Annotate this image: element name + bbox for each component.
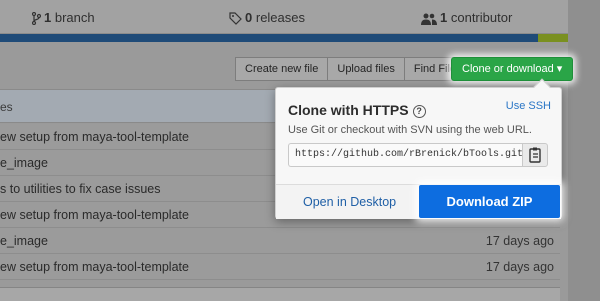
clone-title-text: Clone with HTTPS [288, 102, 409, 118]
releases-stat[interactable]: 0 releases [229, 10, 305, 25]
releases-count: 0 [245, 10, 253, 25]
upload-files-button[interactable]: Upload files [328, 57, 405, 81]
repo-stats-bar: 1 branch 0 releases 1 contributor [0, 0, 568, 34]
contributors-stat[interactable]: 1 contributor [421, 10, 512, 25]
releases-label: releases [255, 10, 305, 25]
commit-table-header-text: es [0, 100, 13, 114]
contributors-count: 1 [440, 10, 448, 25]
branch-icon [32, 12, 41, 26]
download-zip-button[interactable]: Download ZIP [419, 185, 560, 218]
contributors-label: contributor [450, 10, 513, 25]
clone-or-download-button[interactable]: Clone or download ▾ [451, 57, 574, 81]
open-in-desktop-button[interactable]: Open in Desktop [303, 195, 396, 209]
commit-message[interactable]: ew setup from maya-tool-template [0, 208, 189, 222]
clone-title: Clone with HTTPS? [288, 102, 426, 118]
people-icon [421, 13, 437, 25]
commit-message[interactable]: ew setup from maya-tool-template [0, 260, 189, 274]
branches-label: branch [54, 10, 95, 25]
file-actions-group: Create new file Upload files Find File [235, 57, 467, 81]
language-bar-segment [538, 34, 568, 42]
commit-message[interactable]: ew setup from maya-tool-template [0, 130, 189, 144]
commit-message[interactable]: e_image [0, 234, 48, 248]
branches-count: 1 [44, 10, 52, 25]
use-ssh-link[interactable]: Use SSH [506, 100, 551, 112]
clone-description: Use Git or checkout with SVN using the w… [288, 124, 532, 136]
commit-age: 17 days ago [485, 234, 554, 248]
commit-age: 17 days ago [485, 260, 554, 274]
commit-message[interactable]: e_image [0, 156, 48, 170]
help-icon[interactable]: ? [412, 105, 426, 118]
copy-url-button[interactable] [522, 143, 548, 167]
create-new-file-button[interactable]: Create new file [235, 57, 329, 81]
clone-url-field[interactable]: https://github.com/rBrenick/bTools.git [288, 143, 522, 167]
language-bar [0, 34, 568, 42]
table-row[interactable]: ew setup from maya-tool-template 17 days … [0, 254, 560, 280]
page-right-gutter [568, 0, 600, 301]
tag-icon [229, 12, 242, 25]
branches-stat[interactable]: 1 branch [32, 10, 95, 26]
readme-strip [0, 287, 560, 301]
table-row[interactable]: e_image 17 days ago [0, 228, 560, 254]
clipboard-icon [529, 147, 541, 163]
commit-message[interactable]: s to utilities to fix case issues [0, 182, 160, 196]
